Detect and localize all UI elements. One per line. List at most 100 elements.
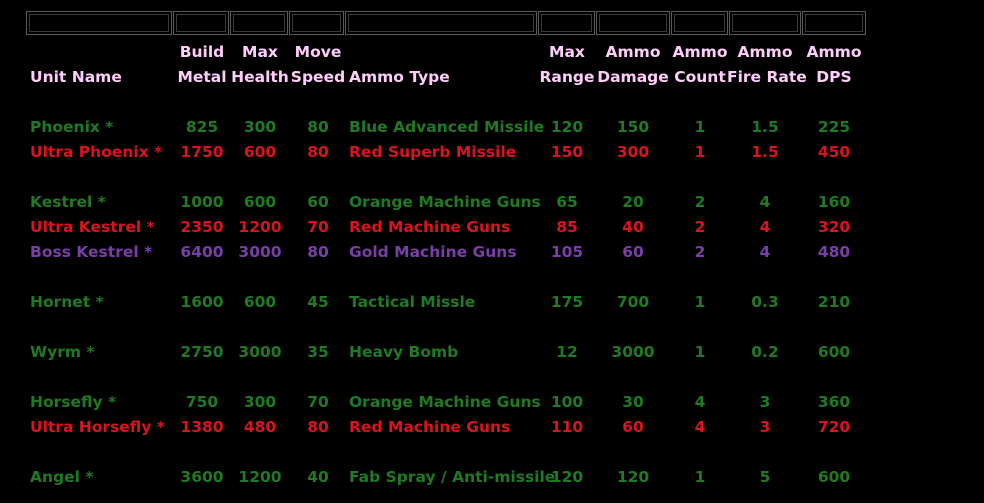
filter-build-metal[interactable] xyxy=(173,11,229,35)
cell-ammo-count: 2 xyxy=(694,193,706,211)
header-max-health-line1: Max xyxy=(242,43,278,61)
cell-ammo-damage: 700 xyxy=(616,293,650,311)
cell-max-health: 600 xyxy=(243,293,277,311)
header-max-range-line1: Max xyxy=(549,43,585,61)
cell-ammo-dps: 720 xyxy=(817,418,851,436)
cell-ammo-fire-rate: 4 xyxy=(759,218,771,236)
cell-ammo-count: 4 xyxy=(694,418,706,436)
cell-move-speed: 45 xyxy=(307,293,329,311)
cell-ammo-type: Fab Spray / Anti-missile xyxy=(349,468,556,486)
cell-ammo-type: Gold Machine Guns xyxy=(349,243,517,261)
cell-ammo-fire-rate: 4 xyxy=(759,193,771,211)
filter-max-range[interactable] xyxy=(538,11,595,35)
cell-unit-name: Hornet * xyxy=(30,293,104,311)
cell-ammo-fire-rate: 3 xyxy=(759,393,771,411)
cell-build-metal: 2350 xyxy=(180,218,224,236)
header-ammo-count-line2: Count xyxy=(674,68,726,86)
table-row: Ultra Phoenix * 1750 600 80 Red Superb M… xyxy=(0,140,984,165)
cell-ammo-type: Orange Machine Guns xyxy=(349,193,541,211)
cell-ammo-damage: 20 xyxy=(622,193,644,211)
table-row: Angel * 3600 1200 40 Fab Spray / Anti-mi… xyxy=(0,465,984,490)
cell-ammo-fire-rate: 5 xyxy=(759,468,771,486)
table-row: Phoenix * 825 300 80 Blue Advanced Missi… xyxy=(0,115,984,140)
table-row: Kestrel * 1000 600 60 Orange Machine Gun… xyxy=(0,190,984,215)
table-row: Horsefly * 750 300 70 Orange Machine Gun… xyxy=(0,390,984,415)
cell-ammo-damage: 40 xyxy=(622,218,644,236)
cell-move-speed: 60 xyxy=(307,193,329,211)
filter-ammo-fire-rate[interactable] xyxy=(729,11,801,35)
table-row: Boss Kestrel * 6400 3000 80 Gold Machine… xyxy=(0,240,984,265)
cell-ammo-damage: 300 xyxy=(616,143,650,161)
cell-max-range: 120 xyxy=(550,468,584,486)
cell-unit-name: Horsefly * xyxy=(30,393,117,411)
cell-ammo-count: 1 xyxy=(694,118,706,136)
cell-max-range: 100 xyxy=(550,393,584,411)
cell-ammo-dps: 600 xyxy=(817,468,851,486)
table-row: Ultra Kestrel * 2350 1200 70 Red Machine… xyxy=(0,215,984,240)
cell-ammo-fire-rate: 1.5 xyxy=(751,143,779,161)
cell-build-metal: 2750 xyxy=(180,343,224,361)
cell-ammo-damage: 30 xyxy=(622,393,644,411)
filter-unit-name[interactable] xyxy=(26,11,172,35)
cell-max-range: 105 xyxy=(550,243,584,261)
cell-ammo-damage: 150 xyxy=(616,118,650,136)
cell-move-speed: 35 xyxy=(307,343,329,361)
cell-max-range: 85 xyxy=(556,218,578,236)
header-unit-name: Unit Name xyxy=(30,68,122,86)
cell-ammo-dps: 450 xyxy=(817,143,851,161)
cell-move-speed: 80 xyxy=(307,118,329,136)
cell-ammo-dps: 320 xyxy=(817,218,851,236)
filter-max-health[interactable] xyxy=(230,11,288,35)
cell-max-range: 120 xyxy=(550,118,584,136)
cell-ammo-count: 1 xyxy=(694,468,706,486)
table-row: Ultra Horsefly * 1380 480 80 Red Machine… xyxy=(0,415,984,440)
cell-build-metal: 1000 xyxy=(180,193,224,211)
table-header: Unit Name Build Metal Max Health Move Sp… xyxy=(0,40,984,92)
header-ammo-damage-line1: Ammo xyxy=(605,43,661,61)
cell-unit-name: Ultra Kestrel * xyxy=(30,218,155,236)
cell-ammo-count: 1 xyxy=(694,293,706,311)
cell-max-health: 3000 xyxy=(238,243,282,261)
cell-move-speed: 70 xyxy=(307,393,329,411)
cell-max-health: 300 xyxy=(243,393,277,411)
header-max-range-line2: Range xyxy=(539,68,595,86)
cell-max-health: 600 xyxy=(243,143,277,161)
cell-ammo-fire-rate: 0.2 xyxy=(751,343,779,361)
cell-build-metal: 6400 xyxy=(180,243,224,261)
cell-ammo-type: Tactical Missle xyxy=(349,293,476,311)
cell-ammo-count: 2 xyxy=(694,218,706,236)
cell-ammo-damage: 120 xyxy=(616,468,650,486)
cell-max-health: 480 xyxy=(243,418,277,436)
cell-max-health: 3000 xyxy=(238,343,282,361)
cell-max-range: 110 xyxy=(550,418,584,436)
header-ammo-dps-line1: Ammo xyxy=(806,43,862,61)
filter-move-speed[interactable] xyxy=(289,11,344,35)
header-ammo-fire-rate-line2: Fire Rate xyxy=(727,68,807,86)
cell-max-range: 12 xyxy=(556,343,578,361)
filter-ammo-damage[interactable] xyxy=(596,11,670,35)
cell-ammo-type: Red Machine Guns xyxy=(349,418,511,436)
cell-ammo-type: Red Superb Missile xyxy=(349,143,517,161)
cell-ammo-count: 4 xyxy=(694,393,706,411)
cell-ammo-fire-rate: 0.3 xyxy=(751,293,779,311)
cell-ammo-type: Heavy Bomb xyxy=(349,343,459,361)
header-max-health-line2: Health xyxy=(231,68,289,86)
cell-unit-name: Angel * xyxy=(30,468,94,486)
header-move-speed-line1: Move xyxy=(294,43,342,61)
cell-max-health: 300 xyxy=(243,118,277,136)
filter-ammo-count[interactable] xyxy=(671,11,728,35)
header-move-speed-line2: Speed xyxy=(290,68,346,86)
column-filter-row xyxy=(26,11,866,37)
cell-max-range: 175 xyxy=(550,293,584,311)
cell-move-speed: 40 xyxy=(307,468,329,486)
header-ammo-type: Ammo Type xyxy=(349,68,450,86)
filter-ammo-type[interactable] xyxy=(345,11,537,35)
cell-max-health: 600 xyxy=(243,193,277,211)
cell-build-metal: 3600 xyxy=(180,468,224,486)
cell-max-range: 150 xyxy=(550,143,584,161)
cell-unit-name: Phoenix * xyxy=(30,118,114,136)
cell-ammo-damage: 3000 xyxy=(611,343,655,361)
cell-unit-name: Ultra Horsefly * xyxy=(30,418,165,436)
cell-build-metal: 750 xyxy=(185,393,219,411)
filter-ammo-dps[interactable] xyxy=(802,11,866,35)
